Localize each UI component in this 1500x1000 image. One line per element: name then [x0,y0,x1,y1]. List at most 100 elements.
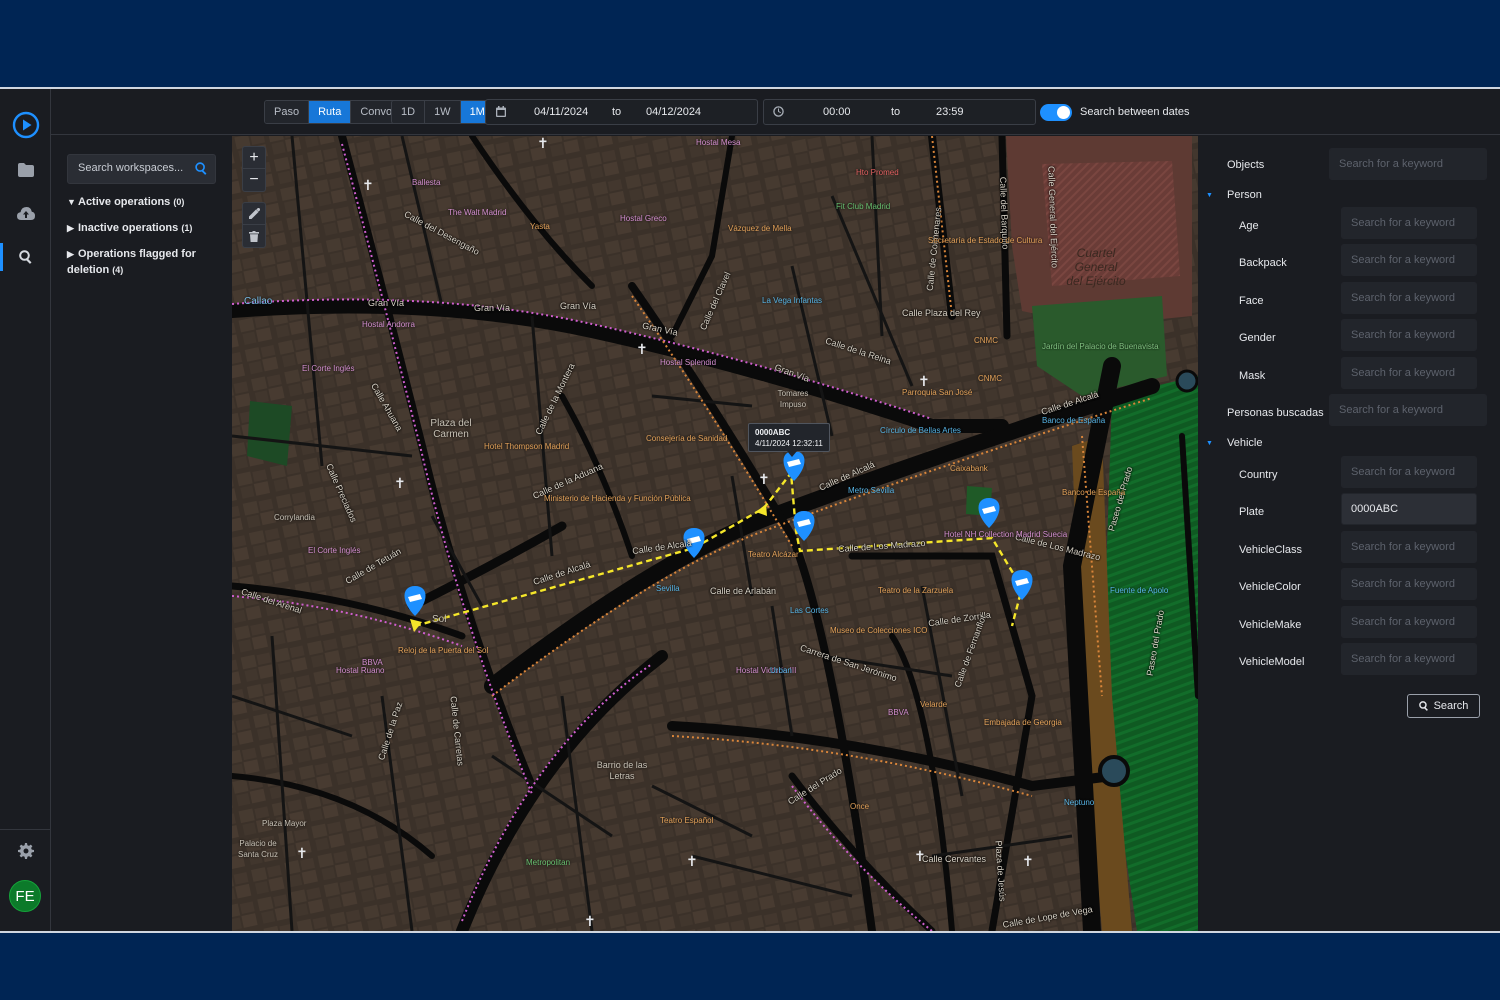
poi-label: Las Cortes [790,606,829,615]
flagged-operations-label-2: deletion [67,264,110,276]
street-label: Gran Vía [560,301,597,311]
objects-search-input[interactable] [1329,148,1487,180]
mask-search-input[interactable] [1341,357,1477,389]
filter-panel: Objects ▼ Person Age Backpack Face Gende… [1198,136,1500,931]
collapsed-caret-icon: ▶ [67,249,74,259]
route-point-tooltip: 0000ABC 4/11/2024 12:32:11 [748,423,830,457]
district-label: Callao [244,296,273,307]
flagged-operations-count: (4) [112,265,124,275]
draw-edit-button[interactable] [243,203,265,225]
calendar-icon [496,106,506,117]
backpack-label: Backpack [1239,257,1287,269]
poi-label: Secretaría de Estado de Cultura [928,236,1042,245]
trash-icon [249,230,259,242]
period-1d-button[interactable]: 1D [392,101,426,123]
poi-label: Hto Promed [856,168,899,177]
search-between-dates-toggle[interactable] [1040,104,1072,121]
district-label: Corrylandia [274,513,315,522]
personas-buscadas-search-input[interactable] [1329,394,1487,426]
vehicle-model-label: VehicleModel [1239,656,1305,668]
poi-label: Fuente de Apolo [1110,586,1169,595]
age-label: Age [1239,220,1259,232]
map-view[interactable]: ✝ ✝ ✝ ✝ ✝ ✝ ✝ ✝ ✝ ✝ ✝ Gran Vía Gran Vía Gran Ví… [232,136,1198,931]
backpack-search-input[interactable] [1341,244,1477,276]
plate-search-input[interactable] [1341,493,1477,525]
poi-label: Hostal Victoria III [736,666,796,675]
vehicle-caret-icon[interactable]: ▼ [1206,440,1213,447]
app-window: FE Paso Ruta Convoy 1D 1W 1M 04/11/2024 … [0,87,1500,933]
age-search-input[interactable] [1341,207,1477,239]
zoom-in-button[interactable]: + [243,147,265,169]
poi-label: Metro Sevilla [848,486,895,495]
date-range-picker[interactable]: 04/11/2024 to 04/12/2024 [485,99,758,125]
draw-delete-button[interactable] [243,225,265,247]
period-selector: 1D 1W 1M [391,100,495,124]
nav-folder-icon[interactable] [0,150,51,190]
inactive-operations-group[interactable]: ▶ Inactive operations (1) [67,220,217,236]
face-search-input[interactable] [1341,282,1477,314]
mode-paso-button[interactable]: Paso [265,101,310,123]
svg-text:✝: ✝ [686,854,698,870]
poi-label: Círculo de Bellas Artes [880,426,961,435]
zoom-controls: + − [242,146,266,192]
poi-label: Ministerio de Hacienda y Función Pública [544,494,691,503]
inactive-operations-count: (1) [181,223,193,233]
nav-logo-play-icon[interactable] [0,105,51,145]
person-label[interactable]: Person [1227,189,1262,201]
active-operations-group[interactable]: ▼ Active operations (0) [67,194,217,210]
poi-label: Vázquez de Mella [728,224,792,233]
vehicle-class-search-input[interactable] [1341,531,1477,563]
search-icon [1418,701,1428,711]
date-from: 04/11/2024 [534,106,589,118]
vehicle-label[interactable]: Vehicle [1227,437,1262,449]
vehicle-model-search-input[interactable] [1341,643,1477,675]
poi-label: Hotel NH Collection Madrid Suecia [944,530,1067,539]
district-label: Plaza Mayor [262,819,307,828]
poi-label: Banco de España [1062,488,1126,497]
poi-label: Hostal Splendid [660,358,717,367]
poi-label: Hostal Greco [620,214,667,223]
poi-label: Embajada de Georgia [984,718,1062,727]
person-caret-icon[interactable]: ▼ [1206,192,1213,199]
tooltip-timestamp: 4/11/2024 12:32:11 [755,439,823,448]
poi-label: Caixabank [950,464,988,473]
face-label: Face [1239,295,1264,307]
svg-text:✝: ✝ [636,342,648,358]
edit-pencil-icon [248,208,260,219]
time-separator: to [891,106,901,118]
street-label: Calle de Arlabán [710,586,777,596]
flagged-operations-group[interactable]: ▶ Operations flagged for deletion (4) [67,246,217,278]
search-icon[interactable] [195,162,208,175]
poi-label: Parroquia San José [902,388,973,397]
poi-label: Sevilla [656,584,680,593]
country-search-input[interactable] [1341,456,1477,488]
vehicle-make-search-input[interactable] [1341,606,1477,638]
vehicle-color-search-input[interactable] [1341,568,1477,600]
time-to: 23:59 [936,106,964,118]
workspace-search-input[interactable] [78,162,188,174]
tooltip-plate: 0000ABC [755,428,791,437]
nav-search-icon[interactable] [0,237,51,277]
search-button[interactable]: Search [1407,694,1480,718]
user-avatar[interactable]: FE [9,880,41,912]
street-label: Gran Vía [474,303,511,313]
time-range-picker[interactable]: 00:00 to 23:59 [763,99,1036,125]
district-label: Palacio de Santa Cruz [237,839,279,859]
zoom-out-button[interactable]: − [243,169,265,191]
poi-label: Banco de España [1042,416,1106,425]
search-between-dates-label: Search between dates [1080,106,1190,118]
nav-settings-gear-icon[interactable] [0,831,51,871]
country-label: Country [1239,469,1278,481]
poi-label: La Vega Infantas [762,296,823,305]
date-to: 04/12/2024 [646,106,702,118]
gender-search-input[interactable] [1341,319,1477,351]
period-1w-button[interactable]: 1W [425,101,461,123]
nav-cloud-upload-icon[interactable] [0,193,51,233]
active-operations-label: Active operations [78,196,171,208]
district-label: Barrio de las Letras [596,760,648,781]
mode-ruta-button[interactable]: Ruta [309,101,352,123]
workspace-search [67,154,216,184]
svg-text:✝: ✝ [296,846,308,862]
poi-label: Teatro Alcázar [748,550,799,559]
poi-label: BBVA [362,658,383,667]
